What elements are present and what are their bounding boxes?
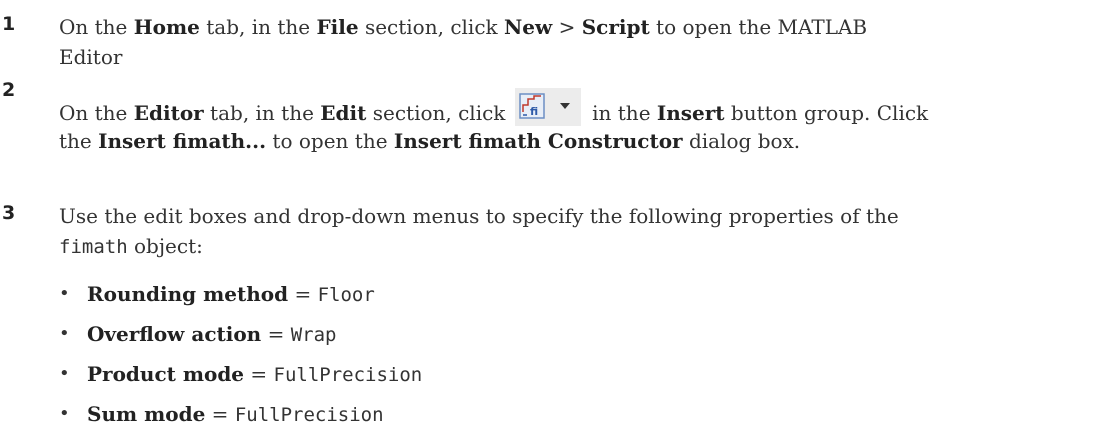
text-run: section, click [366, 101, 512, 125]
bullet: • [59, 283, 70, 304]
step-line: On the Home tab, in the File section, cl… [59, 12, 1089, 42]
bullet: • [59, 363, 70, 384]
ui-term-edit: Edit [320, 101, 367, 125]
property-value: Floor [317, 284, 375, 306]
step-text: Use the edit boxes and drop-down menus t… [59, 201, 1089, 434]
property-item-overflow: • Overflow action = Wrap [59, 314, 1089, 354]
step-text: On the Editor tab, in the Edit section, … [59, 88, 1089, 156]
text-run: button group. Click [724, 101, 929, 125]
property-name: Overflow action [87, 322, 262, 346]
step-line: fimath object: [59, 231, 1089, 262]
property-eq: = [205, 402, 235, 426]
property-value: FullPrecision [273, 364, 423, 386]
insert-fimath-button[interactable]: fi [514, 88, 582, 126]
step-line: Editor [59, 45, 123, 69]
text-run: On the [59, 15, 134, 39]
property-eq: = [288, 282, 318, 306]
property-list: • Rounding method = Floor • Overflow actio… [59, 274, 1089, 434]
property-item-product: • Product mode = FullPrecision [59, 354, 1089, 394]
ui-term-insert-fimath: Insert fimath... [98, 129, 267, 153]
bullet: • [59, 323, 70, 344]
ui-term-script: Script [581, 15, 650, 39]
property-item-sum: • Sum mode = FullPrecision [59, 394, 1089, 434]
code-fimath: fimath [59, 236, 128, 258]
bullet: • [59, 403, 70, 424]
step-line: On the Editor tab, in the Edit section, … [59, 88, 1089, 126]
text-run: object: [127, 234, 203, 258]
text-run: the [59, 129, 99, 153]
ui-term-constructor-dialog: Insert fimath Constructor [393, 129, 683, 153]
ui-term-editor: Editor [133, 101, 204, 125]
step-line: Use the edit boxes and drop-down menus t… [59, 204, 899, 228]
property-item-rounding: • Rounding method = Floor [59, 274, 1089, 314]
property-name: Product mode [87, 362, 245, 386]
ui-term-file: File [316, 15, 359, 39]
text-run: in the [585, 101, 657, 125]
text-run: On the [59, 101, 134, 125]
text-run: section, click [358, 15, 504, 39]
text-run: > [552, 15, 582, 39]
step-text: On the Home tab, in the File section, cl… [59, 12, 1089, 72]
step-number: 3 [2, 202, 16, 224]
property-eq: = [261, 322, 291, 346]
text-run: dialog box. [682, 129, 801, 153]
insert-fimath-icon: fi [514, 88, 581, 126]
ui-term-new: New [504, 15, 553, 39]
property-eq: = [244, 362, 274, 386]
text-run: tab, in the [203, 101, 321, 125]
text-run: to open the MATLAB [649, 15, 868, 39]
property-name: Rounding method [87, 282, 289, 306]
step-number: 2 [2, 79, 16, 101]
property-name: Sum mode [87, 402, 206, 426]
ui-term-home: Home [133, 15, 200, 39]
step-number: 1 [2, 13, 16, 35]
text-run: to open the [266, 129, 394, 153]
text-run: tab, in the [199, 15, 317, 39]
step-line: the Insert fimath... to open the Insert … [59, 126, 1089, 156]
property-value: FullPrecision [234, 404, 384, 426]
property-value: Wrap [290, 324, 337, 346]
ui-term-insert: Insert [656, 101, 725, 125]
svg-text:fi: fi [530, 105, 538, 118]
